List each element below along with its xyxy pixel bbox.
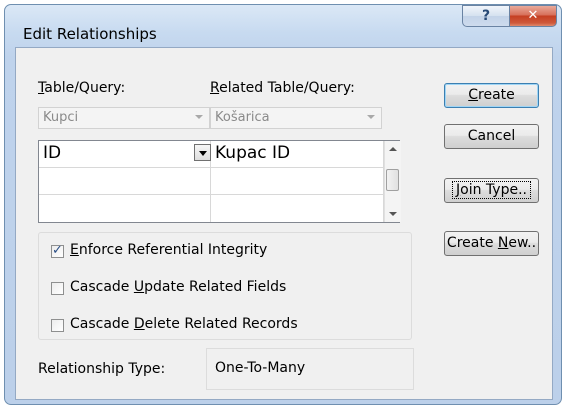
enforce-integrity-checkbox[interactable] [51,243,64,258]
cascade-delete-label[interactable]: Cascade Delete Related Records [70,316,298,332]
grid-cell-table-field[interactable] [39,168,211,195]
related-table-combo-value: Košarica [215,110,270,125]
table-combo[interactable]: Kupci [38,107,210,129]
dialog-title: Edit Relationships [23,25,157,43]
grid-cell-related-field[interactable] [211,195,384,222]
grid-cell-related-field[interactable] [211,168,384,195]
scroll-down-icon[interactable] [389,212,397,216]
cancel-button[interactable]: Cancel [444,124,539,149]
grid-cell-text: ID [43,143,62,163]
grid-cell-table-field[interactable] [39,195,211,222]
cascade-delete-checkbox[interactable] [51,319,64,332]
grid-cell-text: Kupac ID [215,143,291,163]
related-table-combo[interactable]: Košarica [210,107,382,129]
grid-scrollbar[interactable] [384,141,401,222]
grid-dropdown-button[interactable] [194,144,211,161]
chevron-down-icon [199,151,207,156]
chevron-down-icon [367,115,375,119]
help-button[interactable]: ? [462,5,510,27]
create-button[interactable]: Create [444,83,539,108]
join-type-button[interactable]: Join Type.. [444,178,539,203]
cascade-update-label[interactable]: Cascade Update Related Fields [70,279,286,295]
relationship-type-label: Relationship Type: [38,361,166,377]
scroll-thumb[interactable] [386,169,399,191]
relationship-type-value: One-To-Many [215,360,306,376]
grid-cell-related-field[interactable]: Kupac ID [211,141,384,168]
close-icon: ✕ [527,8,539,23]
related-table-query-label: Related Table/Query: [210,80,355,96]
close-button[interactable]: ✕ [509,5,557,27]
cascade-update-checkbox[interactable] [51,282,64,295]
table-query-label: Table/Query: [38,80,126,96]
help-icon: ? [481,8,491,24]
scroll-up-icon[interactable] [389,147,397,151]
relationship-type-box: One-To-Many [206,348,414,390]
field-grid: ID Kupac ID [38,140,401,223]
enforce-integrity-label[interactable]: Enforce Referential Integrity [70,242,267,258]
edit-relationships-dialog: Edit Relationships ? ✕ Table/Query: Rela… [4,4,562,405]
table-combo-value: Kupci [43,110,79,125]
create-new-button[interactable]: Create New.. [444,231,539,256]
chevron-down-icon [195,115,203,119]
dialog-client-area: Table/Query: Related Table/Query: Kupci … [15,47,553,400]
grid-cell-table-field[interactable]: ID [39,141,211,168]
